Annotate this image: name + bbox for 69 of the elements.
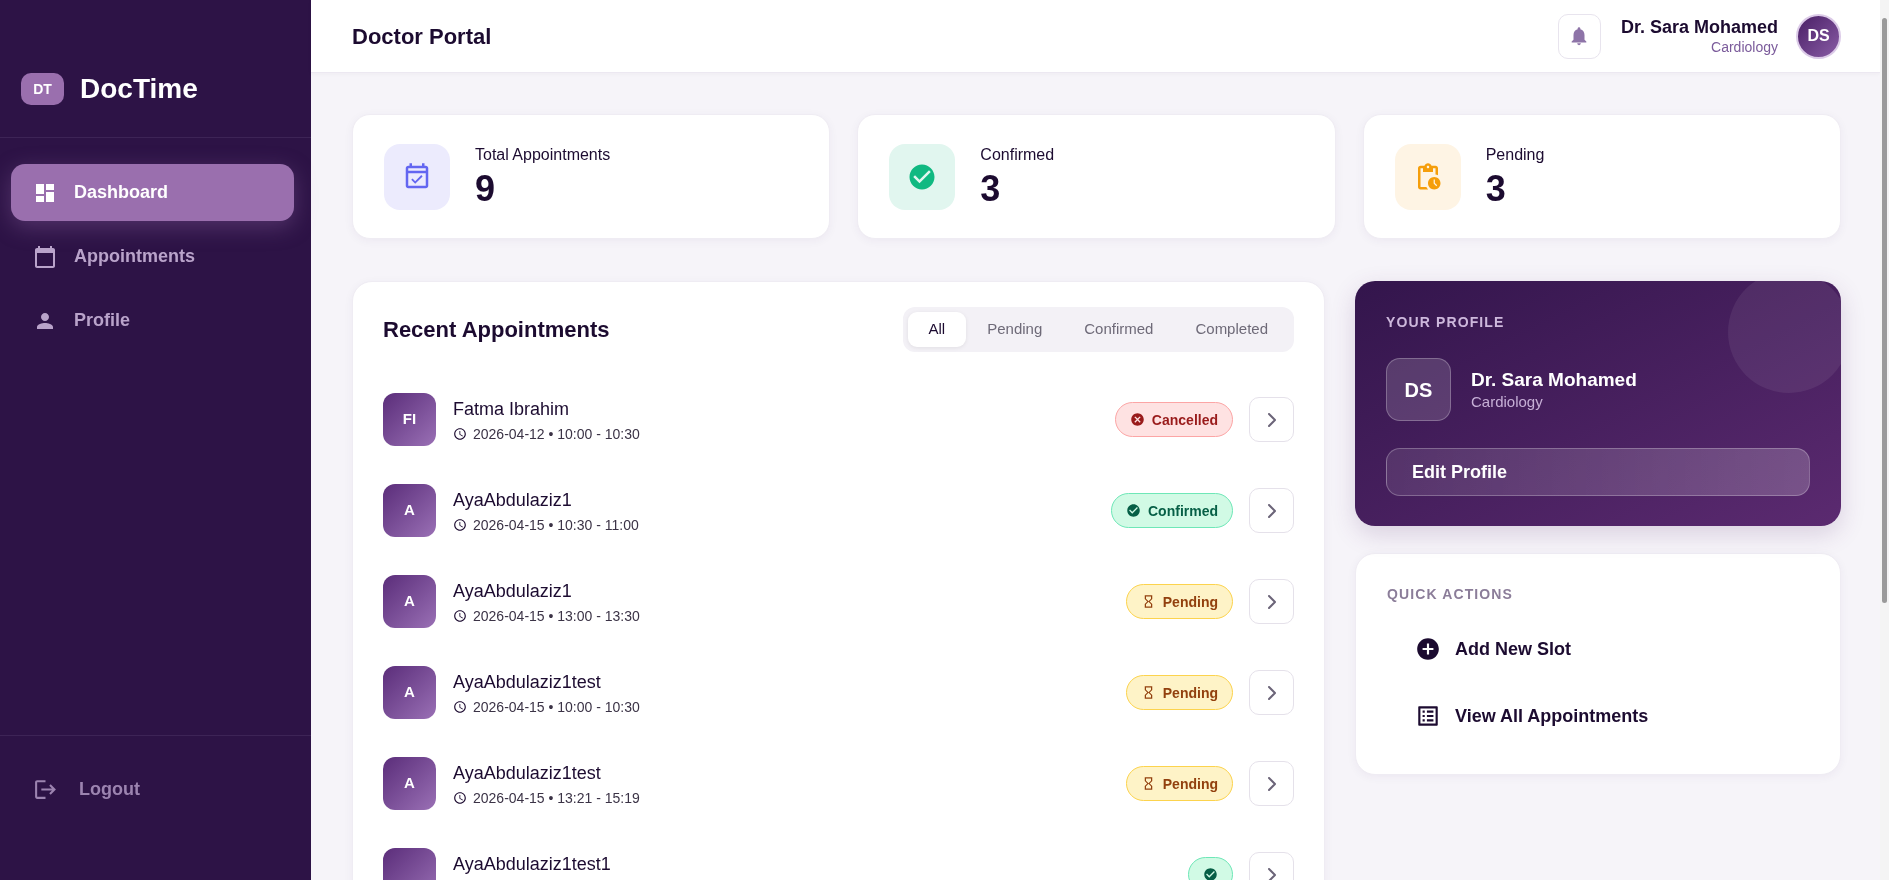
status-text: Pending xyxy=(1162,683,1218,702)
chevron-right-icon xyxy=(1267,412,1276,427)
user-name: Dr. Sara Mohamed xyxy=(1620,16,1778,38)
logout-icon xyxy=(33,777,58,802)
chevron-right-icon xyxy=(1267,503,1276,518)
patient-avatar: FI xyxy=(383,393,436,446)
clipboard-clock-icon xyxy=(1394,143,1461,210)
scrollbar-thumb[interactable] xyxy=(1882,18,1887,603)
calendar-check-icon xyxy=(384,143,450,210)
stat-value: 3 xyxy=(980,168,1002,209)
clock-icon xyxy=(453,699,467,714)
status-text: Cancelled xyxy=(1151,410,1218,429)
logo-mark: DT xyxy=(21,73,64,105)
chevron-right-icon xyxy=(1267,776,1276,791)
appointment-time: 2026-04-15 • 13:00 - 13:30 xyxy=(473,606,640,625)
appointment-time: 2026-04-15 • 13:21 - 15:19 xyxy=(473,788,640,807)
appointment-time: 2026-04-15 • 10:30 - 11:00 xyxy=(473,515,639,534)
stat-value: 3 xyxy=(1485,168,1507,209)
logout-link[interactable]: Logout xyxy=(11,761,294,818)
stat-label: Pending xyxy=(1485,144,1545,165)
notification-button[interactable] xyxy=(1557,13,1601,59)
status-text: Pending xyxy=(1162,592,1218,611)
page-title: Doctor Portal xyxy=(352,22,492,51)
stat-value: 9 xyxy=(475,168,497,209)
user-specialty: Cardiology xyxy=(1711,38,1778,56)
profile-avatar: DS xyxy=(1386,358,1451,421)
card-heading: QUICK ACTIONS xyxy=(1387,585,1515,604)
status-text: Confirmed xyxy=(1148,501,1218,520)
doctor-name: Dr. Sara Mohamed xyxy=(1471,367,1637,392)
status-text: Pending xyxy=(1162,774,1218,793)
quick-action-button[interactable]: Add New Slot xyxy=(1387,623,1809,675)
section-title: Recent Appointments xyxy=(383,316,610,344)
patient-name: Fatma Ibrahim xyxy=(453,397,571,421)
filter-tab[interactable]: All xyxy=(907,312,967,347)
clock-icon xyxy=(453,517,467,532)
doctor-specialty: Cardiology xyxy=(1471,391,1544,412)
patient-name: AyaAbdulaziz1test xyxy=(453,670,602,694)
filter-tab[interactable]: Pending xyxy=(966,312,1064,347)
patient-name: AyaAbdulaziz1 xyxy=(453,579,573,603)
quick-action-button[interactable]: View All Appointments xyxy=(1387,690,1809,742)
list-icon xyxy=(1415,703,1441,729)
clock-icon xyxy=(453,790,467,805)
filter-tab[interactable]: Completed xyxy=(1174,312,1289,347)
stat-label: Confirmed xyxy=(980,144,1055,165)
patient-name: AyaAbdulaziz1 xyxy=(453,488,573,512)
patient-avatar: A xyxy=(383,484,436,537)
chevron-right-icon xyxy=(1267,685,1276,700)
chevron-right-icon xyxy=(1267,594,1276,609)
card-heading: YOUR PROFILE xyxy=(1386,313,1506,332)
filter-tab[interactable]: Confirmed xyxy=(1063,312,1175,347)
chevron-right-icon xyxy=(1267,867,1276,880)
patient-avatar: A xyxy=(383,575,436,628)
nav-item[interactable]: Profile xyxy=(11,292,294,349)
app-name: DocTime xyxy=(80,73,198,105)
patient-name: AyaAbdulaziz1test xyxy=(453,761,602,785)
clock-icon xyxy=(453,426,467,441)
stat-label: Total Appointments xyxy=(475,144,611,165)
appointment-time: 2026-04-15 • 10:00 - 10:30 xyxy=(473,697,640,716)
appointment-time: 2026-04-12 • 10:00 - 10:30 xyxy=(473,424,640,443)
patient-avatar: A xyxy=(383,666,436,719)
edit-profile-button[interactable]: Edit Profile xyxy=(1386,448,1810,496)
user-avatar[interactable]: DS xyxy=(1796,13,1841,59)
clock-icon xyxy=(453,608,467,623)
calendar-icon xyxy=(33,244,57,269)
patient-name: AyaAbdulaziz1test1 xyxy=(453,852,611,876)
nav-item[interactable]: Appointments xyxy=(11,228,294,285)
nav-item[interactable]: Dashboard xyxy=(11,164,294,221)
scrollbar[interactable] xyxy=(1880,0,1889,880)
patient-avatar: A xyxy=(383,757,436,810)
